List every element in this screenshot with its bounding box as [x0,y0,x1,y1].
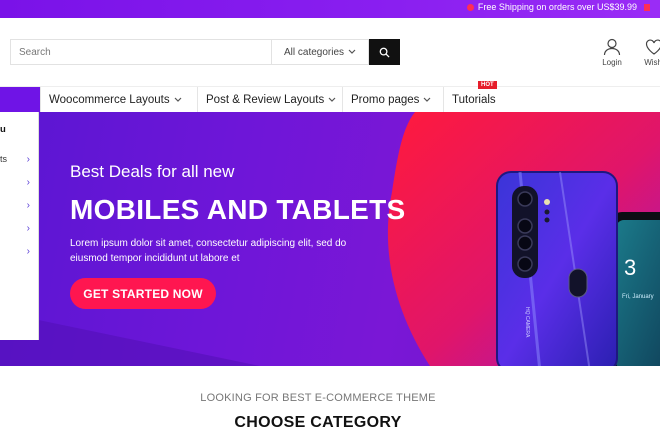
login-label: Login [602,58,622,67]
category-item[interactable]: › [0,223,39,235]
search-button[interactable] [369,39,400,65]
category-item[interactable]: › [0,246,39,258]
nav-item-label: Woocommerce Layouts [49,94,170,106]
chevron-down-icon [348,49,356,54]
search-icon [379,47,390,58]
category-select-label: All categories [283,46,345,58]
chevron-right-icon: › [26,223,30,234]
chevron-down-icon [328,97,336,102]
hero-title: MOBILES AND TABLETS [70,194,406,225]
free-shipping-text: Free Shipping on orders over US$39.99 [477,2,637,12]
wishlist-link[interactable]: Wishl [639,38,660,67]
nav-item-label: Promo pages [351,94,420,106]
hero-description: Lorem ipsum dolor sit amet, consectetur … [70,238,347,264]
tablet-clock: 3 [624,255,636,280]
nav-item-promo-pages[interactable]: Promo pages [342,87,439,113]
hot-badge: HOT [478,81,497,89]
chevron-right-icon: › [26,246,30,257]
section-title: CHOOSE CATEGORY [234,414,402,431]
user-icon [603,38,621,56]
category-item[interactable]: › [0,200,39,212]
gift-icon [644,3,650,11]
category-item[interactable]: › [0,177,39,189]
top-promo-bar: Free Shipping on orders over US$39.99 [0,0,660,18]
chevron-right-icon: › [26,177,30,188]
chevron-down-icon [174,97,182,102]
nav-item-label: Post & Review Layouts [206,94,325,106]
search-input[interactable] [10,39,271,65]
hero-banner: HQ CAMERA 3 Fri, January u ts › › › › › … [0,112,660,366]
category-item[interactable]: ts › [0,154,39,166]
hero-subtitle: Best Deals for all new [70,162,235,181]
nav-item-tutorials[interactable]: Tutorials [443,87,504,113]
category-select[interactable]: All categories [271,39,369,65]
login-link[interactable]: Login [598,38,626,67]
free-shipping-notice: Free Shipping on orders over US$39.99 [466,2,650,12]
category-sidebar: u ts › › › › › [0,112,39,340]
chevron-right-icon: › [26,200,30,211]
categories-menu-toggle[interactable] [0,87,40,113]
nav-item-label: Tutorials [452,94,496,106]
search-bar: All categories [10,39,400,65]
get-started-button[interactable]: GET STARTED NOW [70,278,216,309]
chevron-down-icon [423,97,431,102]
section-subtitle: LOOKING FOR BEST E-COMMERCE THEME [200,392,436,404]
heart-icon [645,39,660,55]
nav-item-woocommerce-layouts[interactable]: Woocommerce Layouts [40,87,190,113]
site-header: All categories Login Wishl [0,18,660,86]
category-item-label: ts [0,154,8,164]
tablet-date: Fri, January [622,294,654,300]
phone-brand-text: HQ CAMERA [524,307,530,338]
chevron-right-icon: › [26,154,30,165]
category-sidebar-heading: u [0,124,6,135]
main-nav: Woocommerce Layouts Post & Review Layout… [0,81,660,113]
nav-item-post-review-layouts[interactable]: Post & Review Layouts [197,87,344,113]
shipping-icon [466,3,474,11]
wishlist-label: Wishl [644,58,660,67]
